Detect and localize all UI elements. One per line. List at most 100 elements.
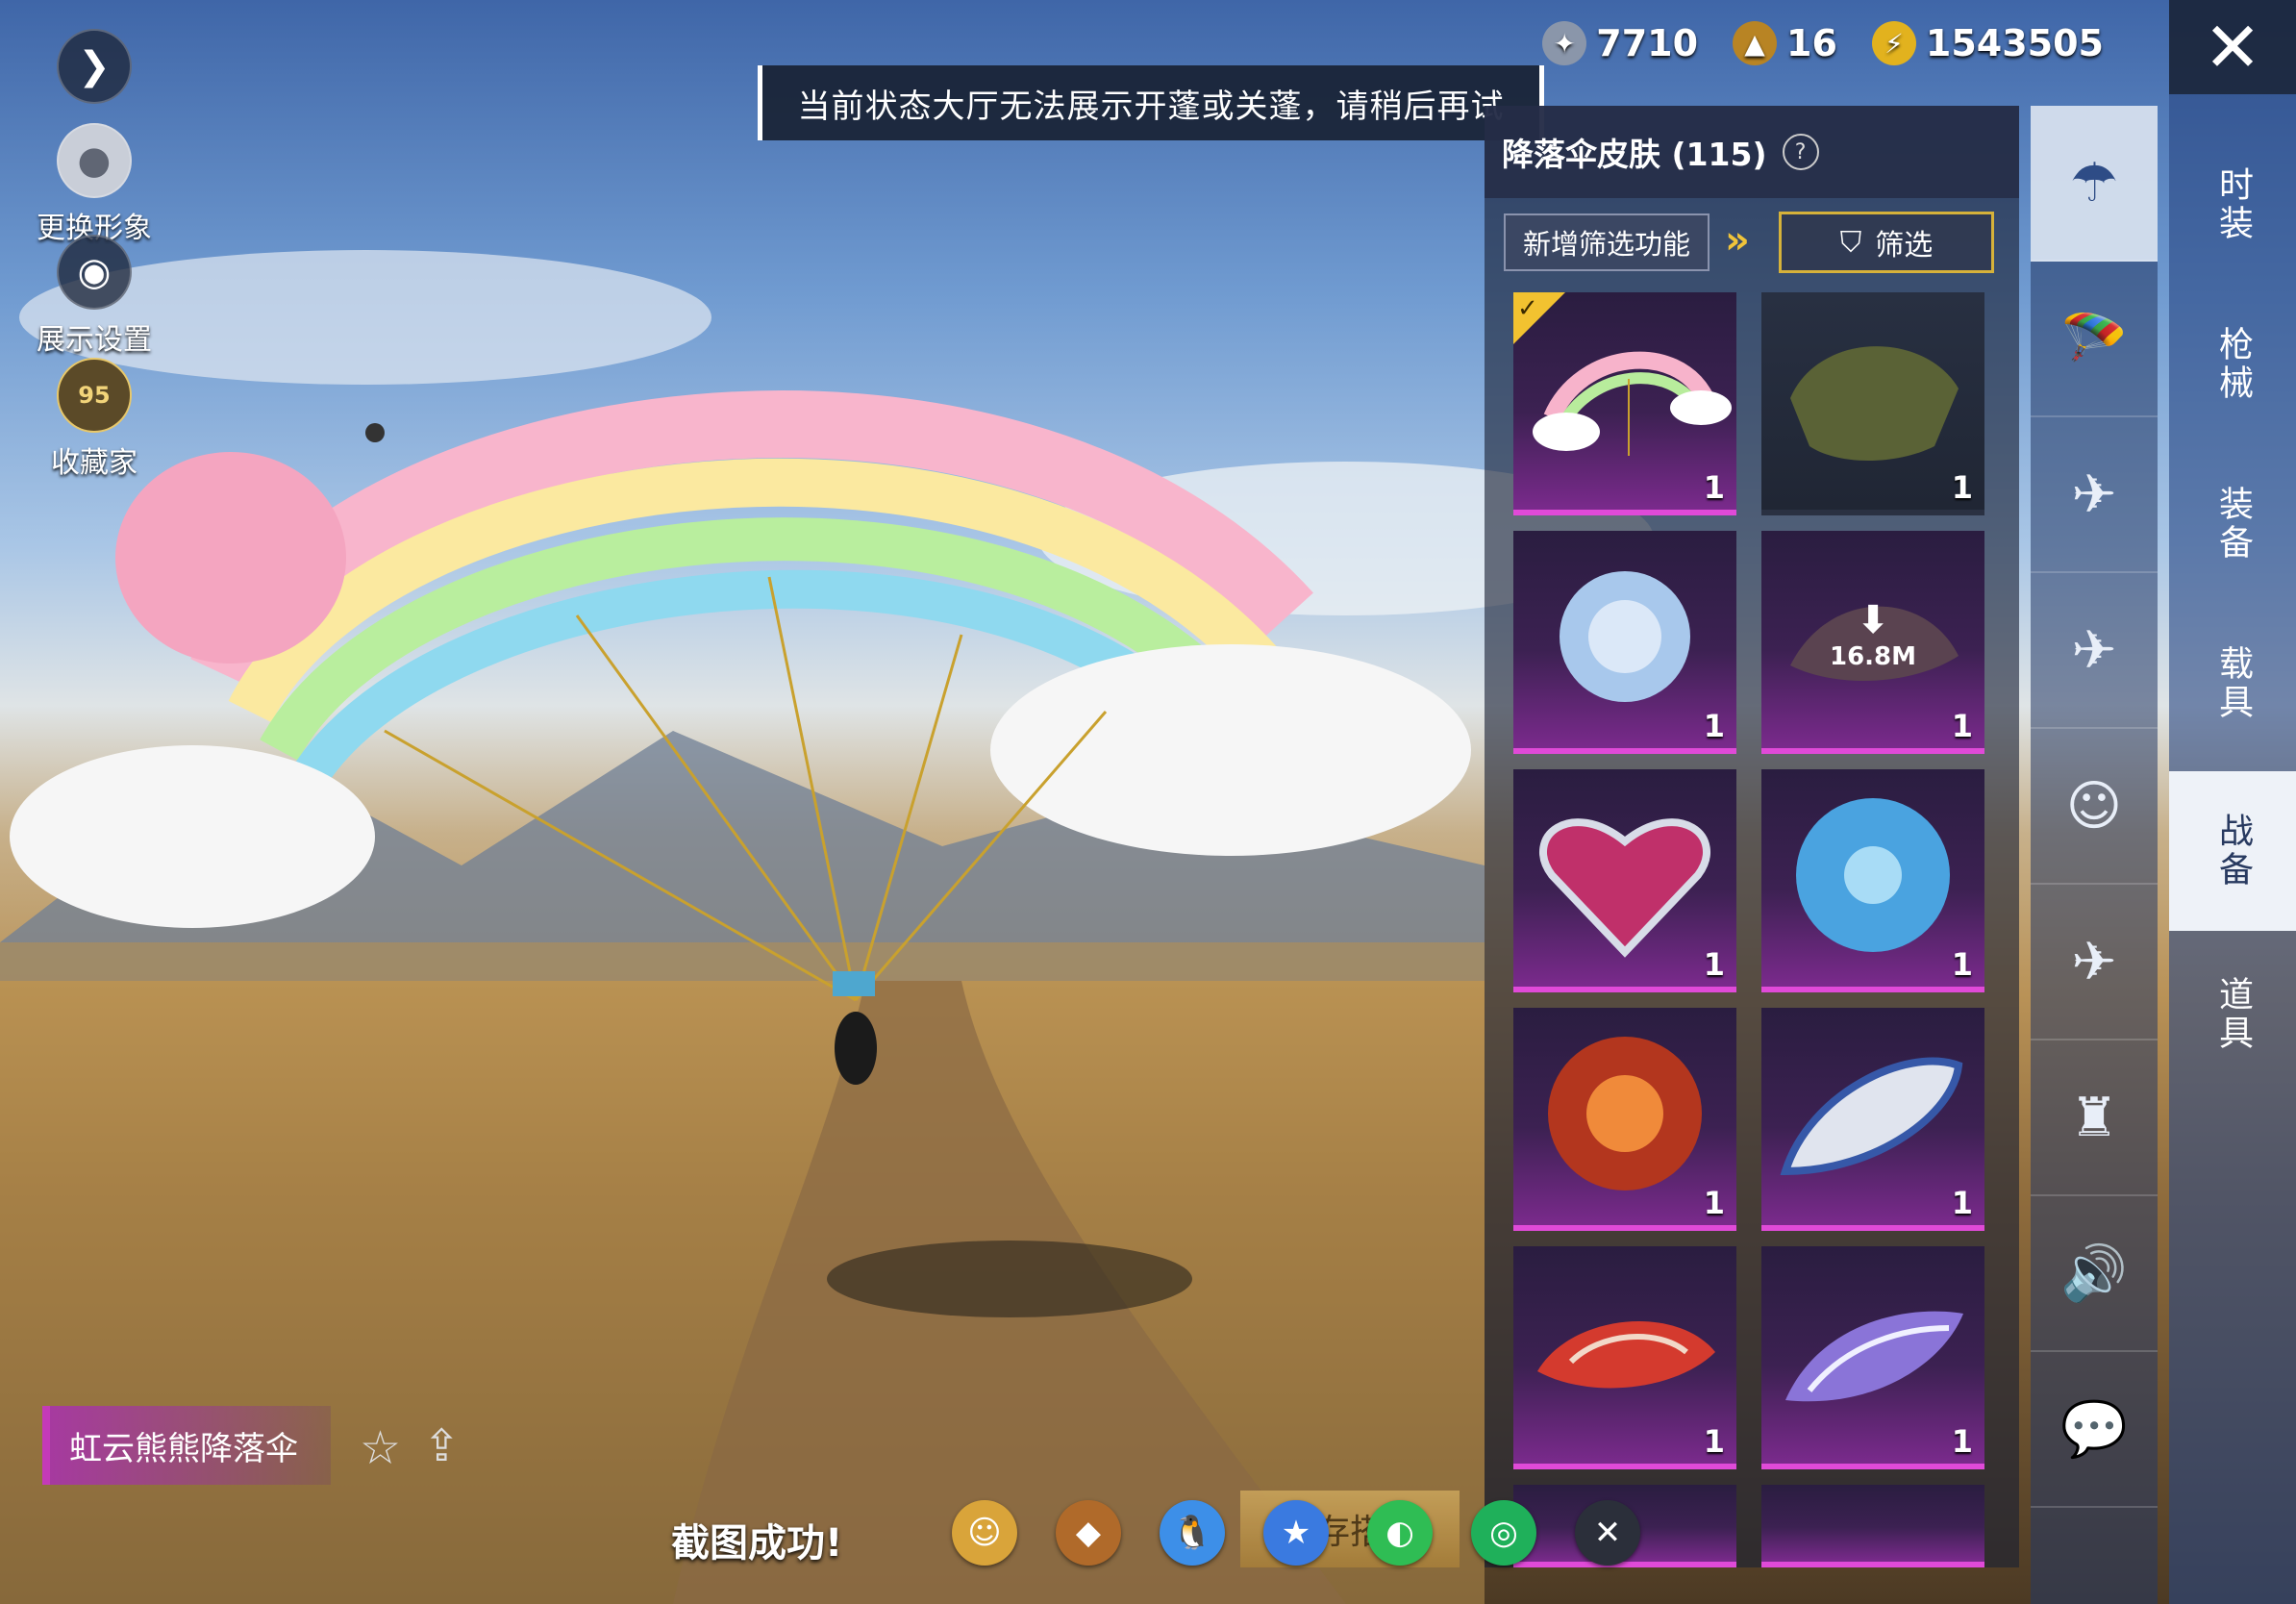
parachute-skin-panel: 降落伞皮肤 (115) ? 新增筛选功能 » ⛉ 筛选 ✓ 1 1 1 ⬇ 16… xyxy=(1485,106,2019,1567)
item-qty: 1 xyxy=(1703,946,1725,983)
glider-icon: ✈ xyxy=(2071,930,2117,993)
share-profile-button[interactable]: ☺ xyxy=(952,1500,1017,1566)
qq-icon: 🐧 xyxy=(1171,1514,1213,1552)
parachute-icon: ☂ xyxy=(2069,151,2119,214)
item-qty: 1 xyxy=(1951,1185,1973,1221)
share-wechat-button[interactable]: ◐ xyxy=(1367,1500,1433,1566)
collector-level: 95 xyxy=(78,382,111,409)
tab-label: 载具 xyxy=(2213,645,2253,722)
tab-items[interactable]: 道具 xyxy=(2169,935,2296,1094)
skin-item-heart[interactable]: 1 xyxy=(1513,769,1736,992)
share-icon[interactable]: ⇪ xyxy=(423,1419,461,1471)
filter-label: 筛选 xyxy=(1875,229,1934,263)
share-target-bar: ☺ ◆ 🐧 ★ ◐ ◎ ✕ xyxy=(952,1500,1640,1566)
item-qty: 1 xyxy=(1951,708,1973,744)
filter-button[interactable]: ⛉ 筛选 xyxy=(1779,212,1994,273)
tab-equipment[interactable]: 装备 xyxy=(2169,444,2296,604)
skin-item-red-flame[interactable]: 1 xyxy=(1513,1246,1736,1469)
expand-menu-button[interactable]: ❯ xyxy=(17,29,171,104)
currency-gold[interactable]: ▲ 16 xyxy=(1733,21,1837,65)
share-close-button[interactable]: ✕ xyxy=(1575,1500,1640,1566)
download-indicator: ⬇ 16.8M xyxy=(1761,598,1984,671)
close-button[interactable]: ✕ xyxy=(2169,0,2296,94)
currency-silver-value: 7710 xyxy=(1596,22,1699,64)
share-qq-button[interactable]: 🐧 xyxy=(1160,1500,1225,1566)
game-logo-icon: ◆ xyxy=(1075,1514,1102,1552)
item-qty: 1 xyxy=(1703,1185,1725,1221)
change-avatar-button[interactable]: ● 更换形象 xyxy=(17,123,171,246)
share-game-button[interactable]: ◆ xyxy=(1056,1500,1121,1566)
close-icon: ✕ xyxy=(2203,7,2262,88)
display-settings-label: 展示设置 xyxy=(37,323,152,357)
question-icon[interactable]: ? xyxy=(1782,134,1819,170)
item-qty: 1 xyxy=(1951,946,1973,983)
skin-item-blue-white[interactable]: 1 xyxy=(1761,1008,1984,1231)
share-qzone-button[interactable]: ★ xyxy=(1263,1500,1329,1566)
skin-item-crystal-flower[interactable]: 1 xyxy=(1513,531,1736,754)
category-skydiver[interactable]: 🪂 xyxy=(2031,262,2158,417)
currency-lightning[interactable]: ⚡ 1543505 xyxy=(1871,21,2104,65)
item-qty: 1 xyxy=(1951,469,1973,506)
tab-vehicles[interactable]: 载具 xyxy=(2169,604,2296,764)
category-chat[interactable]: 💬 xyxy=(2031,1352,2158,1508)
category-emote[interactable]: ☺ xyxy=(2031,729,2158,885)
skin-item-purple-wing[interactable]: 1 xyxy=(1761,1246,1984,1469)
new-filter-tip[interactable]: 新增筛选功能 xyxy=(1504,213,1710,271)
panel-header: 降落伞皮肤 (115) ? xyxy=(1485,106,2019,198)
currency-lightning-value: 1543505 xyxy=(1925,22,2104,64)
category-airplane[interactable]: ✈ xyxy=(2031,573,2158,729)
item-qty: 1 xyxy=(1951,1423,1973,1460)
equipped-check-icon: ✓ xyxy=(1513,292,1565,344)
chevron-right-icon: ❯ xyxy=(57,29,132,104)
tab-label: 装备 xyxy=(2213,486,2253,563)
close-icon: ✕ xyxy=(1593,1514,1622,1552)
emote-face-icon: ☺ xyxy=(2065,774,2123,838)
category-speaker[interactable]: 🔊 xyxy=(2031,1196,2158,1352)
category-glider[interactable]: ✈ xyxy=(2031,885,2158,1040)
lightning-coin-icon: ⚡ xyxy=(1871,21,1916,65)
star-icon[interactable]: ☆ xyxy=(360,1421,401,1475)
airplane-icon: ✈ xyxy=(2071,618,2117,682)
skydiver-icon: 🪂 xyxy=(2060,308,2128,370)
currency-gold-value: 16 xyxy=(1786,22,1837,64)
main-tab-column: 时装 枪械 装备 载具 战备 道具 xyxy=(2169,94,2296,1604)
skin-item-rainbow-bear[interactable]: ✓ 1 xyxy=(1513,292,1736,515)
skin-item-fire-orb[interactable]: 1 xyxy=(1513,1008,1736,1231)
status-toast: 当前状态大厅无法展示开蓬或关蓬，请稍后再试 xyxy=(758,65,1544,140)
currency-silver[interactable]: ✦ 7710 xyxy=(1542,21,1698,65)
category-drone[interactable]: ✈ xyxy=(2031,417,2158,573)
item-name-text: 虹云熊熊降落伞 xyxy=(69,1429,298,1468)
panel-title: 降落伞皮肤 (115) xyxy=(1502,136,1767,173)
tab-fashion[interactable]: 时装 xyxy=(2169,125,2296,285)
display-settings-button[interactable]: ◉ 展示设置 xyxy=(17,235,171,358)
category-parachute[interactable]: ☂ xyxy=(2031,106,2158,262)
drone-icon: ✈ xyxy=(2071,463,2117,526)
category-column: ☂ 🪂 ✈ ✈ ☺ ✈ ♜ 🔊 💬 xyxy=(2031,106,2158,1604)
tab-weapons[interactable]: 枪械 xyxy=(2169,285,2296,444)
tab-label: 枪械 xyxy=(2213,326,2253,403)
avatar-icon: ● xyxy=(57,123,132,198)
share-moments-button[interactable]: ◎ xyxy=(1471,1500,1536,1566)
skin-item-ice-orb[interactable]: 1 xyxy=(1761,769,1984,992)
profile-icon: ☺ xyxy=(967,1514,1002,1552)
download-size: 16.8M xyxy=(1829,642,1917,671)
skin-item-military-green[interactable]: 1 xyxy=(1761,292,1984,515)
category-robot[interactable]: ♜ xyxy=(2031,1040,2158,1196)
tab-combat-gear[interactable]: 战备 xyxy=(2169,771,2296,931)
eye-icon: ◉ xyxy=(57,235,132,310)
skin-item-partial[interactable] xyxy=(1761,1485,1984,1567)
selected-item-name: 虹云熊熊降落伞 xyxy=(42,1406,331,1485)
collector-badge-icon: 95 xyxy=(57,358,132,433)
filter-icon: ⛉ xyxy=(1839,225,1862,260)
screenshot-success-text: 截图成功! xyxy=(671,1521,843,1566)
download-icon: ⬇ xyxy=(1857,598,1889,642)
speaker-icon: 🔊 xyxy=(2060,1242,2128,1305)
collector-button[interactable]: 95 收藏家 xyxy=(17,358,171,481)
item-qty: 1 xyxy=(1703,469,1725,506)
item-qty: 1 xyxy=(1703,708,1725,744)
tab-label: 道具 xyxy=(2213,976,2253,1053)
robot-icon: ♜ xyxy=(2069,1086,2119,1149)
skin-item-download-pending[interactable]: ⬇ 16.8M 1 xyxy=(1761,531,1984,754)
tab-label: 战备 xyxy=(2213,813,2253,890)
toast-text: 当前状态大厅无法展示开蓬或关蓬，请稍后再试 xyxy=(797,87,1505,126)
